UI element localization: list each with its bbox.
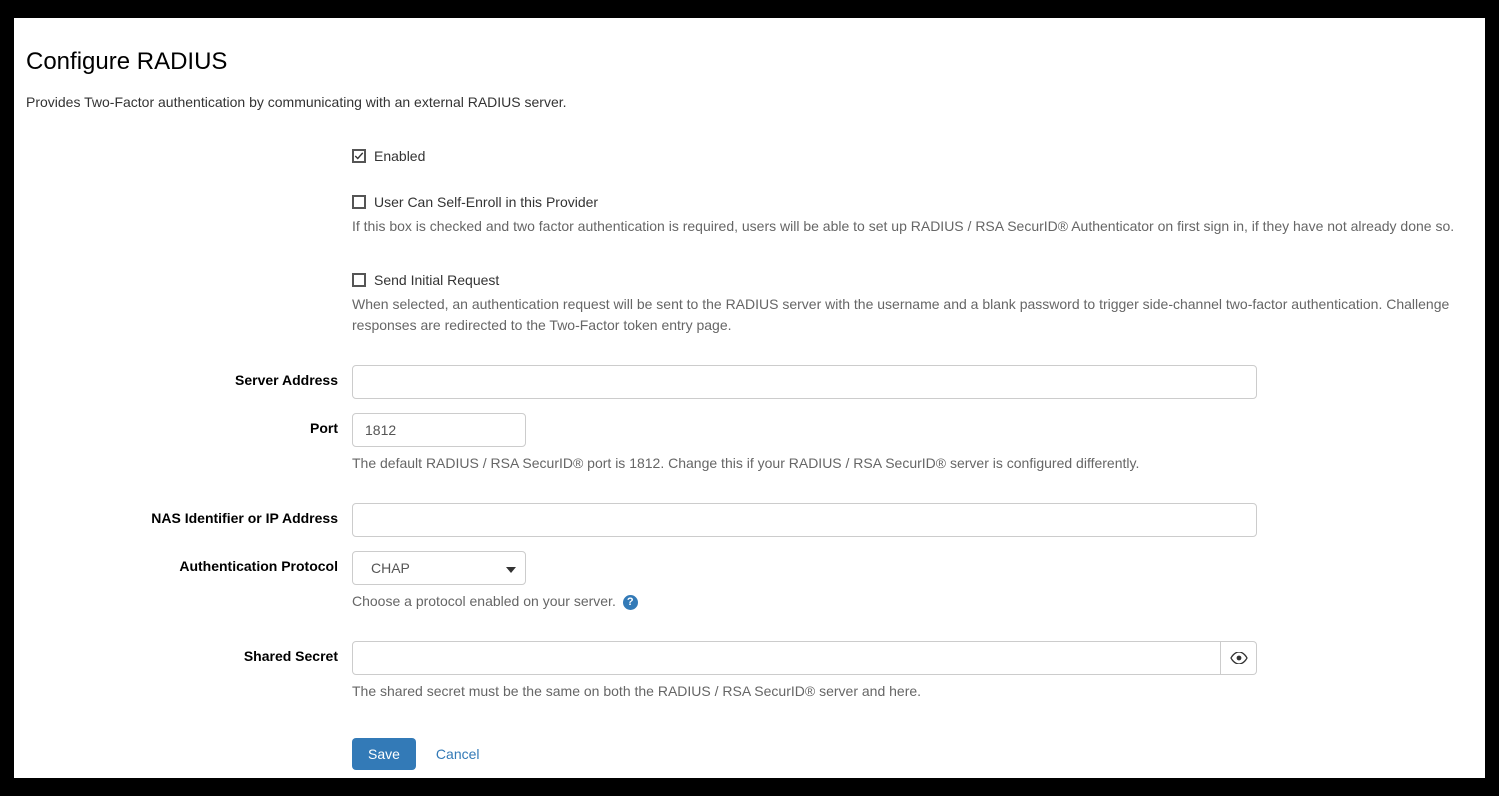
- save-button[interactable]: Save: [352, 738, 416, 770]
- row-actions: Save Cancel: [26, 716, 1473, 770]
- nas-label: NAS Identifier or IP Address: [26, 503, 352, 526]
- row-port: Port The default RADIUS / RSA SecurID® p…: [26, 413, 1473, 473]
- self-enroll-checkbox[interactable]: [352, 195, 366, 209]
- shared-secret-hint: The shared secret must be the same on bo…: [352, 681, 1473, 701]
- send-initial-hint: When selected, an authentication request…: [352, 294, 1473, 335]
- help-icon[interactable]: ?: [623, 595, 638, 610]
- row-enabled: Enabled: [26, 148, 1473, 164]
- server-address-label: Server Address: [26, 365, 352, 388]
- toggle-password-visibility[interactable]: [1221, 641, 1257, 675]
- page-title: Configure RADIUS: [26, 48, 1473, 76]
- page-description: Provides Two-Factor authentication by co…: [26, 94, 1473, 110]
- eye-icon: [1230, 652, 1248, 664]
- self-enroll-label: User Can Self-Enroll in this Provider: [374, 194, 598, 210]
- port-label: Port: [26, 413, 352, 436]
- enabled-label: Enabled: [374, 148, 425, 164]
- shared-secret-input[interactable]: [352, 641, 1221, 675]
- row-server-address: Server Address: [26, 365, 1473, 399]
- auth-protocol-label: Authentication Protocol: [26, 551, 352, 574]
- row-send-initial: Send Initial Request When selected, an a…: [26, 272, 1473, 335]
- auth-protocol-select[interactable]: CHAP: [352, 551, 526, 585]
- enabled-checkbox[interactable]: [352, 149, 366, 163]
- nas-input[interactable]: [352, 503, 1257, 537]
- send-initial-label: Send Initial Request: [374, 272, 499, 288]
- auth-protocol-hint: Choose a protocol enabled on your server…: [352, 591, 1473, 611]
- check-icon: [354, 150, 364, 162]
- auth-protocol-value: CHAP: [371, 560, 410, 576]
- shared-secret-label: Shared Secret: [26, 641, 352, 664]
- row-self-enroll: User Can Self-Enroll in this Provider If…: [26, 194, 1473, 236]
- cancel-button[interactable]: Cancel: [436, 746, 480, 762]
- server-address-input[interactable]: [352, 365, 1257, 399]
- port-input[interactable]: [352, 413, 526, 447]
- configure-radius-panel: Configure RADIUS Provides Two-Factor aut…: [14, 18, 1485, 778]
- port-hint: The default RADIUS / RSA SecurID® port i…: [352, 453, 1473, 473]
- send-initial-checkbox[interactable]: [352, 273, 366, 287]
- row-shared-secret: Shared Secret The shared secret must be …: [26, 641, 1473, 701]
- self-enroll-hint: If this box is checked and two factor au…: [352, 216, 1473, 236]
- row-nas: NAS Identifier or IP Address: [26, 503, 1473, 537]
- row-auth-protocol: Authentication Protocol CHAP Choose a pr…: [26, 551, 1473, 611]
